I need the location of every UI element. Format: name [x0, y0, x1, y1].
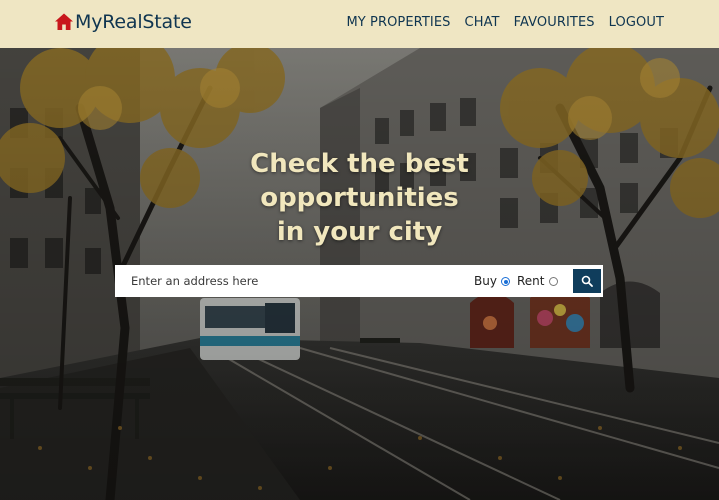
buy-option-label: Buy [474, 274, 497, 288]
search-button[interactable] [573, 269, 601, 293]
address-search-form: Buy Rent [115, 265, 603, 297]
rent-option-label: Rent [517, 274, 545, 288]
buy-radio[interactable] [501, 277, 510, 286]
nav-chat[interactable]: CHAT [465, 15, 500, 30]
nav-favourites[interactable]: FAVOURITES [514, 15, 595, 30]
brand-logo-link[interactable]: MyRealState [54, 11, 192, 33]
search-icon [581, 275, 593, 287]
nav-my-properties[interactable]: MY PROPERTIES [346, 15, 450, 30]
hero-headline: Check the best opportunities in your cit… [0, 147, 719, 249]
headline-line-3: in your city [276, 217, 443, 247]
main-nav: MY PROPERTIES CHAT FAVOURITES LOGOUT [346, 15, 664, 30]
rent-radio[interactable] [549, 277, 558, 286]
nav-logout[interactable]: LOGOUT [609, 15, 664, 30]
hero-section: Check the best opportunities in your cit… [0, 48, 719, 500]
headline-line-1: Check the best [250, 149, 469, 179]
headline-line-2: opportunities [260, 183, 459, 213]
brand-name: MyRealState [75, 11, 192, 33]
home-icon [55, 13, 73, 30]
address-search-input[interactable] [131, 272, 451, 290]
navbar: MyRealState MY PROPERTIES CHAT FAVOURITE… [0, 0, 719, 48]
